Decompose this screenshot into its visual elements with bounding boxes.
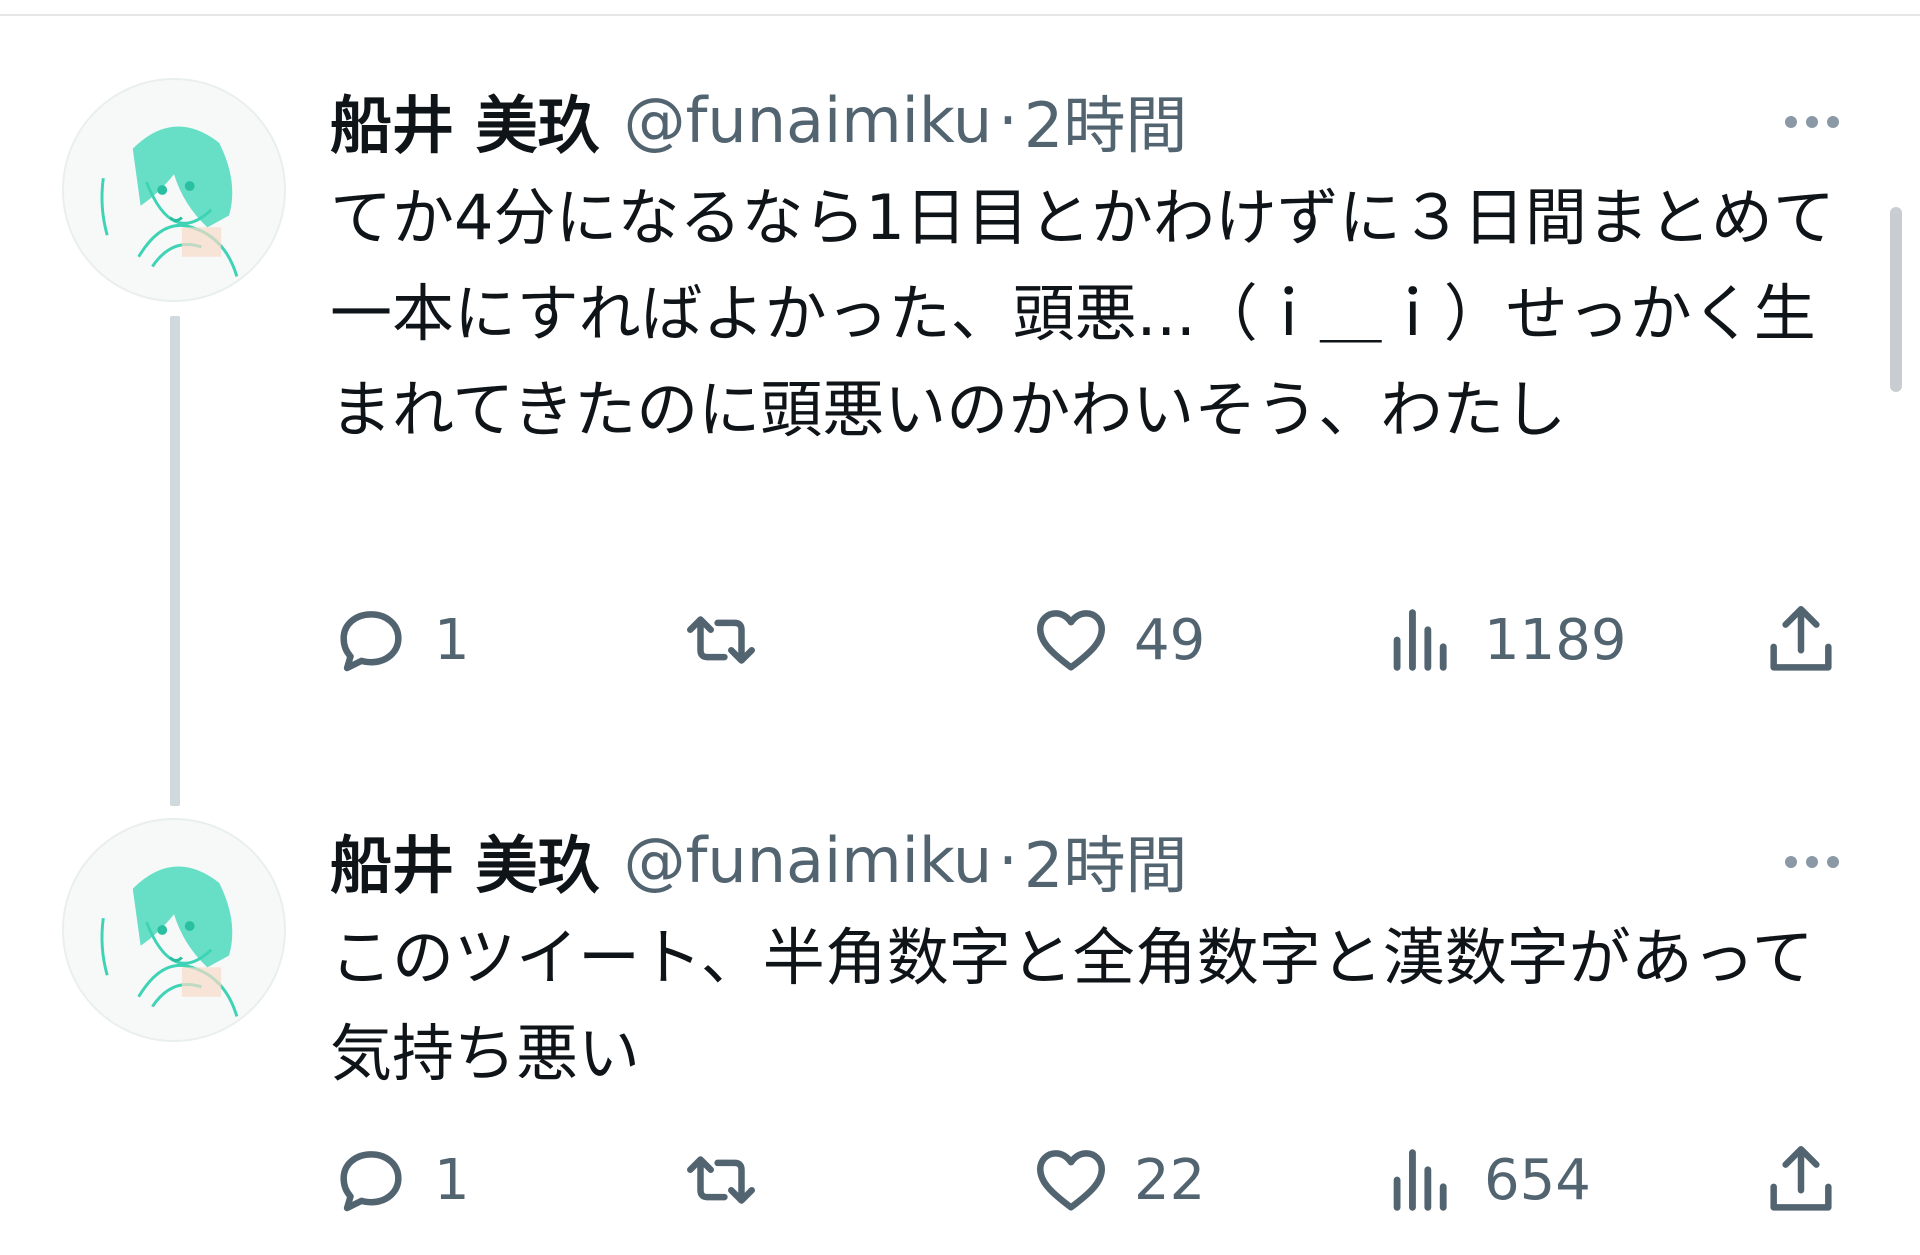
views-button[interactable]: 1189 [1380, 595, 1627, 685]
user-handle[interactable]: @funaimiku [624, 84, 993, 157]
like-button[interactable]: 49 [1030, 595, 1205, 685]
heart-icon [1037, 610, 1105, 671]
retweet-icon [687, 1156, 755, 1204]
views-count: 654 [1484, 1147, 1591, 1213]
user-handle[interactable]: @funaimiku [624, 824, 993, 897]
like-count: 49 [1134, 607, 1206, 673]
tweet-text: てか4分になるなら1日目とかわけずに３日間まとめて一本にすればよかった、頭悪..… [330, 181, 1835, 446]
avatar[interactable] [62, 818, 286, 1042]
more-dot [1806, 116, 1818, 128]
tweet-header: 船井 美玖 @funaimiku · 2時間 [330, 810, 1187, 910]
share-icon [1770, 1146, 1832, 1211]
reply-icon [340, 611, 402, 672]
heart-icon [1037, 1150, 1105, 1211]
reply-icon [340, 1151, 402, 1212]
action-bar: 1 22 654 [330, 1135, 1860, 1225]
more-dot [1827, 116, 1839, 128]
more-icon[interactable] [1772, 92, 1852, 152]
reply-button[interactable]: 1 [330, 1135, 470, 1225]
views-button[interactable]: 654 [1380, 1135, 1591, 1225]
like-count: 22 [1134, 1147, 1206, 1213]
views-icon [1393, 609, 1447, 671]
tweet[interactable]: 船井 美玖 @funaimiku · 2時間 このツイート、半角数字と全角数字と… [0, 810, 1920, 1250]
reply-count: 1 [434, 1147, 470, 1213]
tweet[interactable]: 船井 美玖 @funaimiku · 2時間 てか4分になるなら1日目とかわけず… [0, 70, 1920, 710]
tweet-text: このツイート、半角数字と全角数字と漢数字があって気持ち悪い [330, 921, 1814, 1090]
like-button[interactable]: 22 [1030, 1135, 1205, 1225]
more-dot [1806, 856, 1818, 868]
timestamp[interactable]: 2時間 [1024, 75, 1187, 165]
display-name[interactable]: 船井 美玖 [330, 815, 600, 905]
more-dot [1827, 856, 1839, 868]
share-button[interactable] [1760, 1135, 1842, 1225]
reply-button[interactable]: 1 [330, 595, 470, 685]
share-icon [1770, 606, 1832, 671]
avatar[interactable] [62, 78, 286, 302]
tweet-header: 船井 美玖 @funaimiku · 2時間 [330, 70, 1187, 170]
more-dot [1785, 856, 1797, 868]
retweet-icon [687, 616, 755, 664]
more-icon[interactable] [1772, 832, 1852, 892]
share-button[interactable] [1760, 595, 1842, 685]
display-name[interactable]: 船井 美玖 [330, 75, 600, 165]
views-count: 1189 [1484, 607, 1627, 673]
timestamp[interactable]: 2時間 [1024, 815, 1187, 905]
retweet-button[interactable] [680, 595, 762, 685]
action-bar: 1 49 1189 [330, 595, 1860, 685]
views-icon [1393, 1149, 1447, 1211]
reply-count: 1 [434, 607, 470, 673]
separator: · [998, 83, 1018, 157]
separator: · [998, 823, 1018, 897]
more-dot [1785, 116, 1797, 128]
retweet-button[interactable] [680, 1135, 762, 1225]
top-divider [0, 0, 1920, 16]
